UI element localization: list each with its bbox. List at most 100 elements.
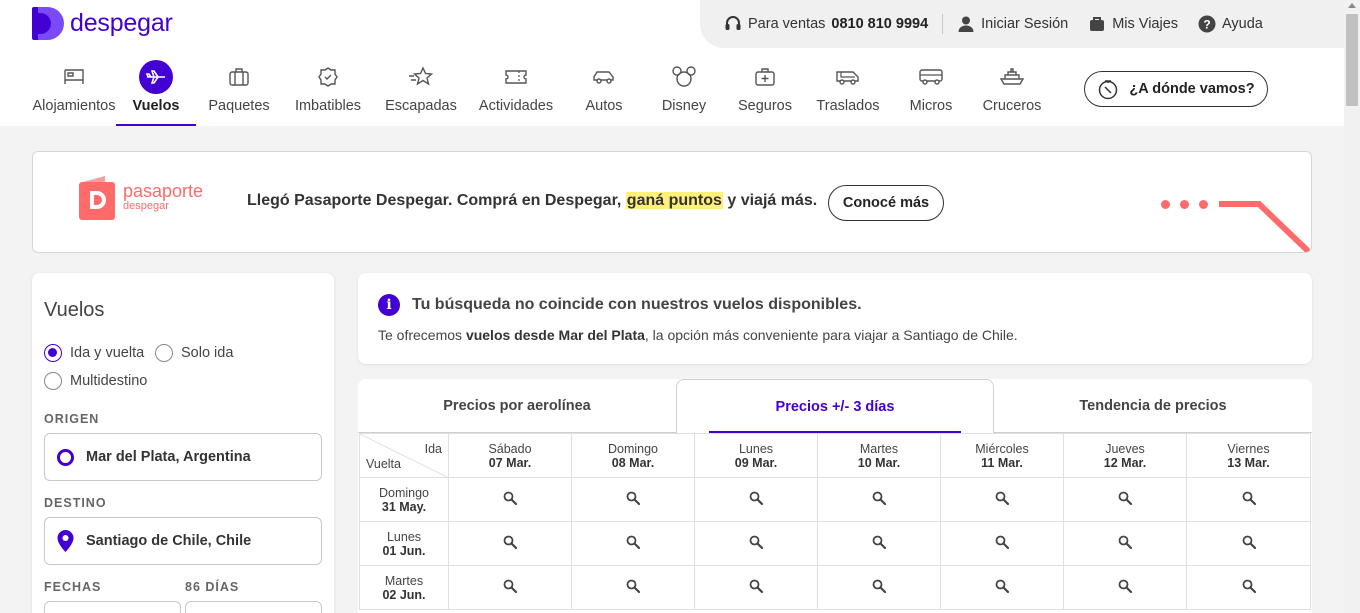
column-header: Miércoles 11 Mar. [940, 433, 1064, 478]
price-cell[interactable] [448, 521, 572, 566]
learn-more-button[interactable]: Conocé más [828, 185, 944, 221]
nav-item-vuelos[interactable]: Vuelos [116, 60, 196, 126]
logo-mark-icon [32, 6, 64, 40]
despegar-logo[interactable]: despegar [32, 6, 173, 40]
matrix-header-row: Ida Vuelta Sábado 07 Mar. Domingo 08 Mar. … [359, 433, 1311, 478]
price-cell[interactable] [694, 477, 818, 522]
flight-search-panel: Vuelos Ida y vuelta Solo ida Multidestin… [32, 273, 334, 613]
price-cell[interactable] [448, 477, 572, 522]
nav-item-escapadas[interactable]: Escapadas [374, 60, 468, 126]
nav-item-actividades[interactable]: Actividades [468, 60, 564, 126]
suitcase-icon [229, 68, 249, 86]
luggage-icon [1090, 17, 1105, 31]
login-link[interactable]: Iniciar Sesión [957, 15, 1068, 33]
page-scrollbar[interactable] [1344, 0, 1360, 613]
price-cell[interactable] [817, 521, 941, 566]
search-icon [995, 491, 1010, 506]
search-icon [503, 491, 518, 506]
destination-field[interactable]: Santiago de Chile, Chile [44, 517, 322, 565]
column-header: Martes 10 Mar. [817, 433, 941, 478]
column-date: 07 Mar. [488, 455, 532, 470]
nav-item-cruceros[interactable]: Cruceros [972, 60, 1052, 126]
plane-icon [145, 70, 165, 84]
search-icon [1242, 535, 1256, 550]
row-date: 31 May. [381, 499, 427, 514]
return-axis-label: Vuelta [366, 457, 401, 471]
sales-phone[interactable]: Para ventas 0810 810 9994 [724, 15, 928, 33]
tab-flexible-dates[interactable]: Precios +/- 3 días [676, 379, 994, 433]
price-cell[interactable] [817, 565, 941, 610]
nav-item-traslados[interactable]: Traslados [806, 60, 890, 126]
tab-airline-prices[interactable]: Precios por aerolínea [358, 379, 676, 433]
price-cell[interactable] [1186, 565, 1311, 610]
column-day: Miércoles [975, 441, 1029, 456]
search-icon [1242, 491, 1256, 506]
column-header: Lunes 09 Mar. [694, 433, 818, 478]
results-tabs: Precios por aerolínea Precios +/- 3 días… [358, 379, 1312, 433]
scrollbar-thumb[interactable] [1346, 14, 1358, 106]
price-cell[interactable] [1063, 565, 1187, 610]
price-cell[interactable] [694, 521, 818, 566]
origin-circle-icon [57, 448, 74, 466]
nav-item-autos[interactable]: Autos [564, 60, 644, 126]
sales-prefix: Para ventas [748, 16, 826, 32]
notice-body-end: , la opción más conveniente para viajar … [644, 327, 1018, 343]
price-cell[interactable] [694, 565, 818, 610]
where-to-go-button[interactable]: ¿A dónde vamos? [1084, 71, 1268, 107]
radio-round-trip[interactable]: Ida y vuelta [44, 344, 144, 362]
radio-unchecked-icon [44, 372, 62, 390]
column-date: 12 Mar. [1103, 455, 1147, 470]
my-trips-link[interactable]: Mis Viajes [1088, 15, 1178, 33]
search-icon [1118, 579, 1133, 594]
svg-text:?: ? [1203, 18, 1210, 32]
my-trips-label: Mis Viajes [1112, 16, 1179, 32]
search-icon [749, 535, 764, 550]
radio-one-way[interactable]: Solo ida [155, 344, 233, 362]
tab-price-trend[interactable]: Tendencia de precios [994, 379, 1312, 433]
column-date: 09 Mar. [734, 455, 778, 470]
price-cell[interactable] [1063, 521, 1187, 566]
no-results-notice: i Tu búsqueda no coincide con nuestros v… [358, 273, 1312, 364]
nav-item-micros[interactable]: Micros [890, 60, 972, 126]
nav-item-imbatibles[interactable]: Imbatibles [282, 60, 374, 126]
origin-field[interactable]: Mar del Plata, Argentina [44, 433, 322, 481]
price-cell[interactable] [817, 477, 941, 522]
column-header: Jueves 12 Mar. [1063, 433, 1187, 478]
price-cell[interactable] [1186, 477, 1311, 522]
price-cell[interactable] [940, 565, 1064, 610]
search-icon [1118, 491, 1133, 506]
price-cell[interactable] [571, 477, 695, 522]
nav-item-disney[interactable]: Disney [644, 60, 724, 126]
van-icon [836, 71, 859, 85]
medkit-icon [755, 68, 775, 86]
nav-label: Alojamientos [32, 98, 116, 114]
pasaporte-logo: pasaporte despegar [79, 174, 203, 220]
nav-label: Autos [585, 98, 623, 114]
price-cell[interactable] [1063, 477, 1187, 522]
nav-item-alojamientos[interactable]: Alojamientos [24, 60, 124, 126]
search-title: Vuelos [44, 299, 105, 321]
column-header: Sábado 07 Mar. [448, 433, 572, 478]
pasaporte-banner: pasaporte despegar Llegó Pasaporte Despe… [32, 151, 1312, 253]
nav-item-paquetes[interactable]: Paquetes [196, 60, 282, 126]
price-cell[interactable] [448, 565, 572, 610]
nav-item-seguros[interactable]: Seguros [724, 60, 806, 126]
price-cell[interactable] [940, 477, 1064, 522]
search-icon [503, 535, 518, 550]
radio-label: Ida y vuelta [70, 345, 145, 361]
help-link[interactable]: ? Ayuda [1198, 15, 1263, 33]
price-cell[interactable] [571, 565, 695, 610]
dates-label: FECHAS [44, 580, 102, 594]
departure-date-field[interactable] [44, 601, 181, 613]
column-day: Jueves [1105, 441, 1145, 456]
price-cell[interactable] [940, 521, 1064, 566]
radio-multi-destination[interactable]: Multidestino [44, 372, 147, 390]
column-day: Martes [859, 441, 899, 456]
scroll-up-arrow-icon[interactable] [1348, 3, 1356, 8]
price-cell[interactable] [1186, 521, 1311, 566]
search-icon [1118, 535, 1133, 550]
return-date-field[interactable] [185, 601, 322, 613]
price-cell[interactable] [571, 521, 695, 566]
user-icon [958, 16, 974, 32]
destination-label: DESTINO [44, 496, 107, 510]
